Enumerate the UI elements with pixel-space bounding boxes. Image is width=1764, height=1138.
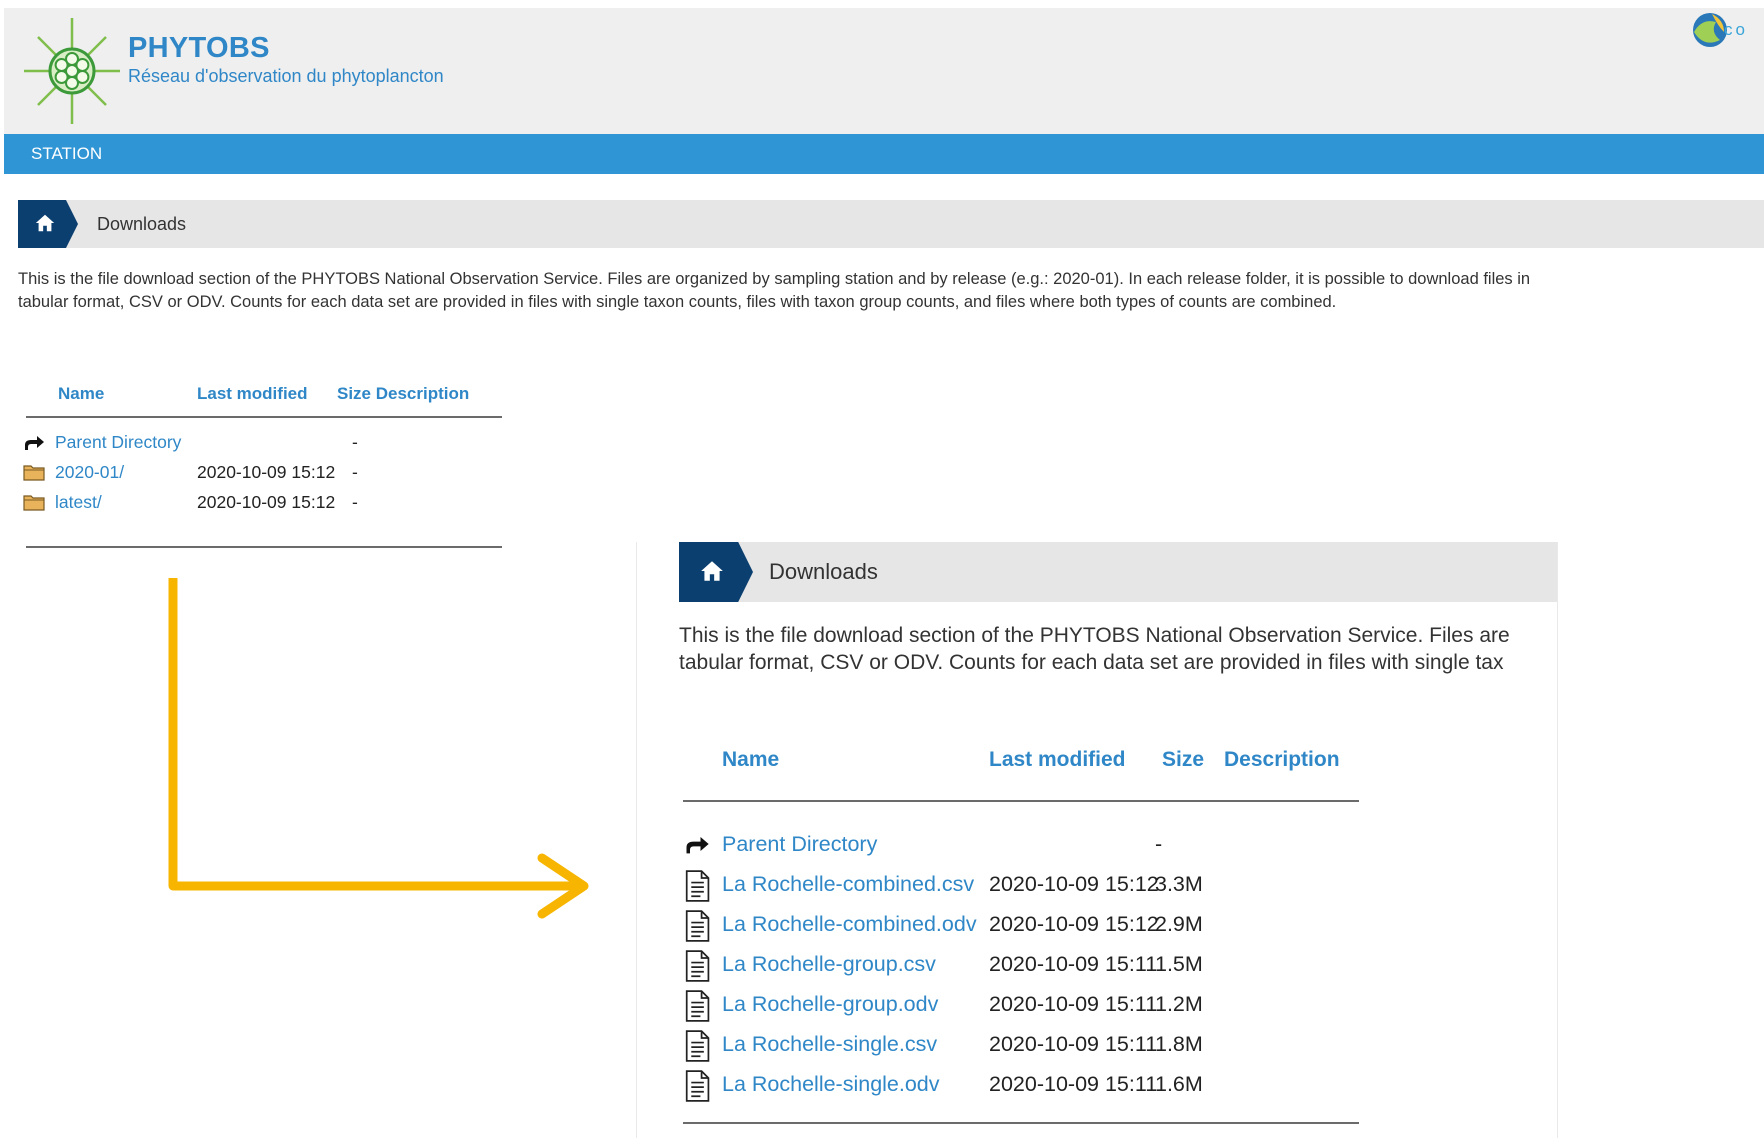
intro-line: tabular format, CSV or ODV. Counts for e… xyxy=(679,651,1504,674)
listing-row: La Rochelle-combined.odv 2020-10-09 15:12… xyxy=(683,910,1423,950)
last-modified-value: 2020-10-09 15:11 xyxy=(989,992,1158,1016)
size-value: 1.8M xyxy=(1155,1032,1203,1056)
breadcrumb-current: Downloads xyxy=(769,559,878,584)
intro-text: This is the file download section of the… xyxy=(18,268,1748,314)
column-header-last-modified[interactable]: Last modified xyxy=(989,748,1126,772)
size-value: - xyxy=(352,492,358,512)
listing-row: Parent Directory - xyxy=(22,430,502,460)
file-link[interactable]: La Rochelle-single.csv xyxy=(722,1032,937,1057)
header-divider xyxy=(683,800,1359,802)
file-link[interactable]: Parent Directory xyxy=(722,832,877,857)
footer-divider xyxy=(26,546,502,548)
site-title: PHYTOBS xyxy=(128,32,270,64)
site-subtitle: Réseau d'observation du phytoplancton xyxy=(128,66,444,86)
size-value: - xyxy=(352,462,358,482)
partner-logo[interactable]: co xyxy=(1690,10,1764,50)
root-directory-listing: Name Last modified Size Description Pare… xyxy=(22,368,502,548)
listing-row: 2020-01/2020-10-09 15:12- xyxy=(22,460,502,490)
column-header-size-description[interactable]: Size Description xyxy=(337,384,469,404)
file-link[interactable]: La Rochelle-group.odv xyxy=(722,992,938,1017)
column-header-name[interactable]: Name xyxy=(58,384,104,404)
main-navbar: STATION xyxy=(4,134,1764,174)
listing-row: La Rochelle-single.odv 2020-10-09 15:11 1.… xyxy=(683,1070,1423,1110)
last-modified-value: 2020-10-09 15:12 xyxy=(989,912,1159,936)
file-link[interactable]: latest/ xyxy=(55,492,102,513)
size-value: 3.3M xyxy=(1155,872,1203,896)
size-value: - xyxy=(352,432,358,452)
file-link[interactable]: 2020-01/ xyxy=(55,462,124,483)
column-header-last-modified[interactable]: Last modified xyxy=(197,384,308,404)
file-link[interactable]: La Rochelle-group.csv xyxy=(722,952,936,977)
column-header-description[interactable]: Description xyxy=(1224,748,1340,772)
file-link[interactable]: La Rochelle-combined.csv xyxy=(722,872,974,897)
header-divider xyxy=(26,416,502,418)
file-icon xyxy=(683,1070,711,1108)
release-directory-listing: Name Last modified Size Description Pare… xyxy=(683,740,1423,1138)
breadcrumb-home[interactable] xyxy=(18,200,78,248)
column-header-size[interactable]: Size xyxy=(1162,748,1204,772)
partner-logo-text: co xyxy=(1724,20,1748,39)
intro-line: This is the file download section of the… xyxy=(679,624,1510,647)
home-icon xyxy=(701,561,723,581)
file-link[interactable]: Parent Directory xyxy=(55,432,181,453)
size-value: 1.6M xyxy=(1155,1072,1203,1096)
file-link[interactable]: La Rochelle-single.odv xyxy=(722,1072,940,1097)
size-value: 2.9M xyxy=(1155,912,1203,936)
nav-item-station[interactable]: STATION xyxy=(31,144,102,164)
last-modified-value: 2020-10-09 15:12 xyxy=(989,872,1159,896)
zoom-arrow-icon xyxy=(168,578,589,919)
folder-icon xyxy=(22,460,46,489)
listing-row: La Rochelle-group.csv 2020-10-09 15:11 1.5… xyxy=(683,950,1423,990)
size-value: 1.5M xyxy=(1155,952,1203,976)
site-header: PHYTOBS Réseau d'observation du phytopla… xyxy=(4,8,1764,134)
last-modified-value: 2020-10-09 15:12 xyxy=(197,462,336,482)
breadcrumb-current: Downloads xyxy=(97,214,187,234)
file-icon xyxy=(683,1030,711,1068)
last-modified-value: 2020-10-09 15:11 xyxy=(989,1032,1158,1056)
intro-line: tabular format, CSV or ODV. Counts for e… xyxy=(18,293,1337,311)
listing-row: La Rochelle-group.odv 2020-10-09 15:11 1.2… xyxy=(683,990,1423,1030)
home-icon xyxy=(35,214,55,232)
parent-directory-icon xyxy=(22,430,46,459)
breadcrumb-home[interactable] xyxy=(679,542,753,602)
intro-text: This is the file download section of the… xyxy=(679,622,1557,676)
file-link[interactable]: La Rochelle-combined.odv xyxy=(722,912,977,937)
last-modified-value: 2020-10-09 15:12 xyxy=(197,492,336,512)
footer-divider xyxy=(683,1122,1359,1124)
breadcrumb: Downloads xyxy=(679,542,1557,602)
download-page: PHYTOBS Réseau d'observation du phytopla… xyxy=(4,8,1764,556)
size-value: - xyxy=(1155,832,1163,856)
listing-row: latest/2020-10-09 15:12- xyxy=(22,490,502,520)
file-icon xyxy=(683,870,711,908)
file-icon xyxy=(683,990,711,1028)
file-icon xyxy=(683,910,711,948)
parent-directory-icon xyxy=(683,830,711,864)
listing-row: La Rochelle-single.csv 2020-10-09 15:11 1.… xyxy=(683,1030,1423,1070)
listing-row: La Rochelle-combined.csv 2020-10-09 15:12… xyxy=(683,870,1423,910)
file-icon xyxy=(683,950,711,988)
column-header-name[interactable]: Name xyxy=(722,748,779,772)
size-value: 1.2M xyxy=(1155,992,1203,1016)
listing-row: Parent Directory - xyxy=(683,830,1423,870)
phytobs-logo xyxy=(24,18,120,124)
intro-line: This is the file download section of the… xyxy=(18,270,1531,288)
zoomed-release-directory-panel: Downloads This is the file download sect… xyxy=(636,542,1558,1138)
breadcrumb: Downloads xyxy=(18,200,1764,248)
last-modified-value: 2020-10-09 15:11 xyxy=(989,1072,1158,1096)
folder-icon xyxy=(22,490,46,519)
last-modified-value: 2020-10-09 15:11 xyxy=(989,952,1158,976)
